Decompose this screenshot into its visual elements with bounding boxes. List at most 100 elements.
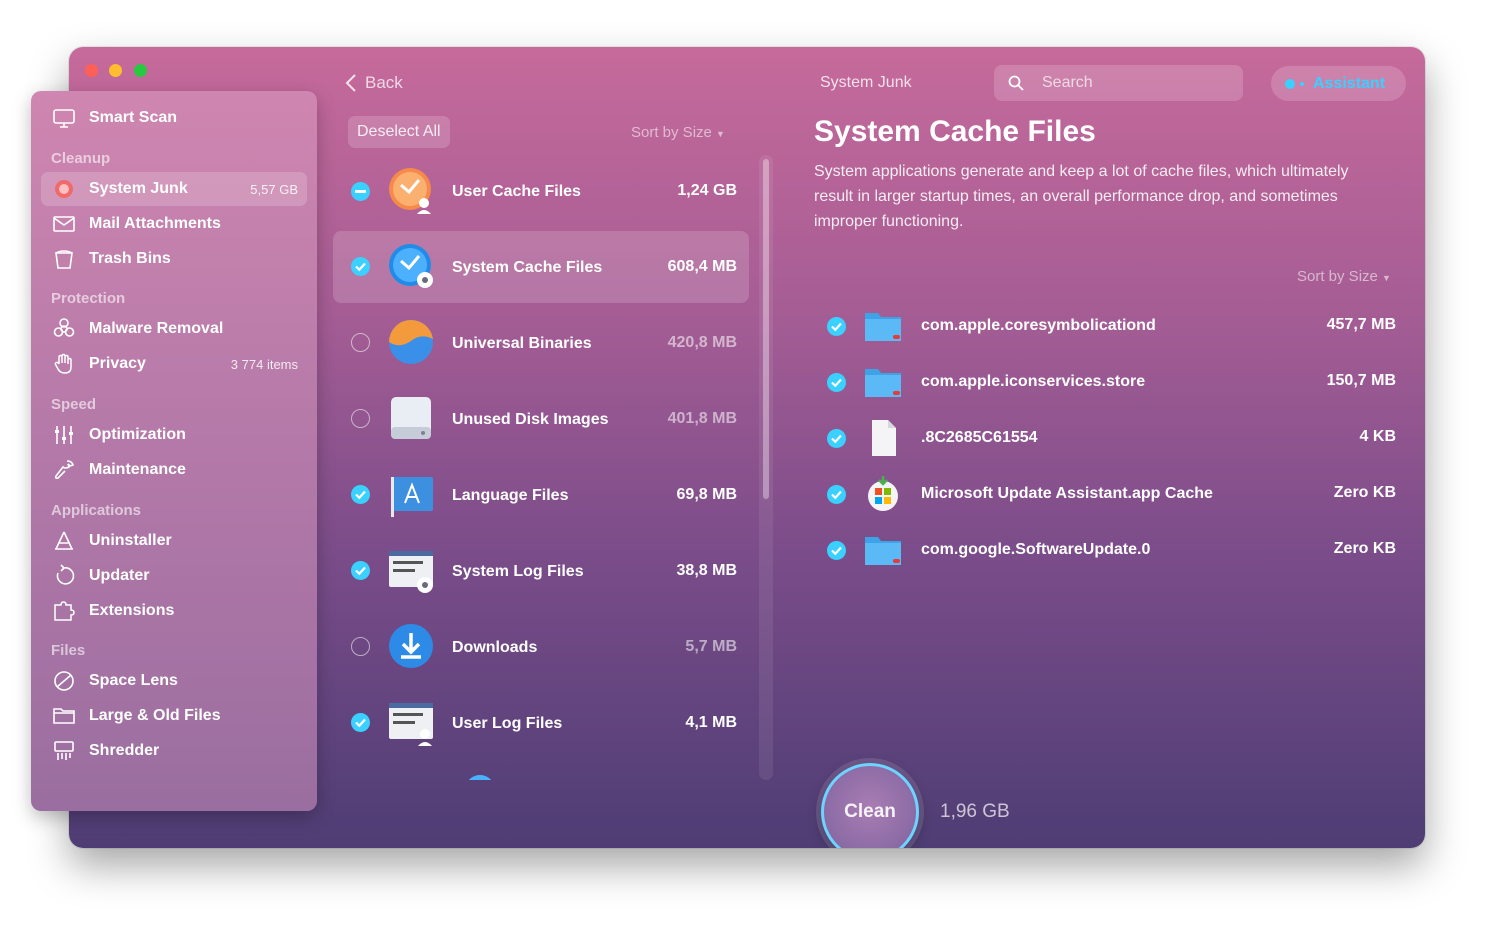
sidebar-item-space-lens[interactable]: Space Lens [41, 664, 307, 698]
universal-binaries-icon [389, 319, 433, 364]
sidebar-item-updater[interactable]: Updater [41, 559, 307, 593]
sidebar-item-malware-removal[interactable]: Malware Removal [41, 312, 307, 346]
sidebar-item-label: Optimization [89, 426, 186, 443]
sidebar-item-optimization[interactable]: Optimization [41, 418, 307, 452]
file-name: com.apple.iconservices.store [921, 373, 1146, 390]
checkbox-checked[interactable] [827, 429, 846, 448]
list-item-system-cache-files[interactable]: System Cache Files 608,4 MB [333, 231, 749, 303]
folder-icon [865, 369, 901, 397]
assistant-button[interactable]: Assistant [1271, 66, 1406, 101]
mail-icon [53, 216, 75, 232]
list-item-unused-disk-images[interactable]: Unused Disk Images 401,8 MB [333, 383, 749, 455]
folder-icon [865, 537, 901, 565]
file-row[interactable]: .8C2685C61554 4 KB [818, 410, 1402, 466]
assistant-small-dot-icon [1300, 81, 1304, 86]
monitor-icon [53, 109, 75, 128]
list-item-user-log-files[interactable]: User Log Files 4,1 MB [333, 687, 749, 759]
checkbox-unchecked[interactable] [351, 409, 370, 428]
file-name: com.google.SoftwareUpdate.0 [921, 541, 1151, 558]
file-name: Microsoft Update Assistant.app Cache [921, 485, 1213, 502]
system-log-icon [389, 551, 433, 593]
search-input[interactable] [1042, 74, 1222, 92]
sidebar-item-privacy[interactable]: Privacy 3 774 items [41, 347, 307, 381]
sidebar-item-uninstaller[interactable]: Uninstaller [41, 524, 307, 558]
list-item-downloads[interactable]: Downloads 5,7 MB [333, 611, 749, 683]
document-icon [872, 420, 896, 456]
detail-sort-label: Sort by Size [1297, 268, 1378, 285]
list-sort-dropdown[interactable]: Sort by Size ▼ [631, 124, 725, 141]
trash-icon [55, 250, 73, 269]
file-row[interactable]: com.google.SoftwareUpdate.0 Zero KB [818, 522, 1402, 578]
sidebar-item-trash-bins[interactable]: Trash Bins [41, 242, 307, 276]
language-files-icon [391, 477, 433, 517]
assistant-dot-icon [1285, 78, 1295, 89]
file-size: 150,7 MB [1326, 372, 1396, 389]
sidebar-section-cleanup: Cleanup [51, 150, 111, 167]
checkbox-checked[interactable] [351, 561, 370, 580]
zoom-window-button[interactable] [134, 64, 147, 77]
close-window-button[interactable] [85, 64, 98, 77]
file-row[interactable]: com.apple.coresymbolicationd 457,7 MB [818, 298, 1402, 354]
checkbox-checked[interactable] [827, 485, 846, 504]
checkbox-unchecked[interactable] [351, 333, 370, 352]
clean-button[interactable]: Clean [821, 763, 919, 848]
sidebar-item-smart-scan[interactable]: Smart Scan [41, 101, 307, 135]
sidebar-item-label: Smart Scan [89, 109, 178, 126]
user-cache-icon [389, 168, 431, 214]
file-row[interactable]: Microsoft Update Assistant.app Cache Zer… [818, 466, 1402, 522]
list-item-label: System Cache Files [452, 259, 603, 276]
detail-sort-dropdown[interactable]: Sort by Size ▼ [1297, 268, 1391, 285]
detail-description: System applications generate and keep a … [814, 163, 1349, 230]
checkbox-checked[interactable] [827, 541, 846, 560]
scrollbar-thumb[interactable] [763, 159, 769, 499]
back-label: Back [365, 73, 403, 92]
back-button[interactable]: Back [345, 73, 403, 93]
folder-icon [865, 313, 901, 341]
hand-icon [54, 353, 72, 374]
list-item-label: User Log Files [452, 715, 563, 732]
checkbox-unchecked[interactable] [351, 637, 370, 656]
uninstaller-icon [55, 531, 73, 550]
sidebar-item-extensions[interactable]: Extensions [41, 594, 307, 628]
downloads-icon [389, 624, 433, 668]
sidebar-item-label: Space Lens [89, 672, 178, 689]
deselect-all-button[interactable]: Deselect All [348, 116, 450, 148]
checkbox-checked[interactable] [827, 373, 846, 392]
list-item-size: 401,8 MB [667, 410, 737, 427]
section-title: System Junk [820, 74, 912, 91]
sidebar-item-shredder[interactable]: Shredder [41, 734, 307, 768]
list-sort-label: Sort by Size [631, 124, 712, 141]
checkbox-mixed[interactable] [351, 182, 370, 201]
search-box[interactable] [994, 65, 1243, 101]
file-row[interactable]: com.apple.iconservices.store 150,7 MB [818, 354, 1402, 410]
list-scrollbar[interactable] [759, 155, 773, 780]
list-item-system-log-files[interactable]: System Log Files 38,8 MB [333, 535, 749, 607]
checkbox-checked[interactable] [827, 317, 846, 336]
sidebar-section-files: Files [51, 642, 86, 659]
checkbox-checked[interactable] [351, 257, 370, 276]
list-item-user-cache-files[interactable]: User Cache Files 1,24 GB [333, 155, 749, 227]
space-lens-icon [54, 671, 74, 691]
sidebar-section-applications: Applications [51, 502, 142, 519]
sidebar-item-large-old-files[interactable]: Large & Old Files [41, 699, 307, 733]
sidebar-item-maintenance[interactable]: Maintenance [41, 453, 307, 487]
sidebar-item-label: Trash Bins [89, 250, 171, 267]
list-item-universal-binaries[interactable]: Universal Binaries 420,8 MB [333, 307, 749, 379]
biohazard-icon [53, 318, 75, 337]
list-item-size: 4,1 MB [685, 714, 737, 731]
sidebar-item-label: Large & Old Files [89, 707, 221, 724]
assistant-label: Assistant [1313, 74, 1386, 92]
sidebar-item-mail-attachments[interactable]: Mail Attachments [41, 207, 307, 241]
checkbox-checked[interactable] [351, 713, 370, 732]
minimize-window-button[interactable] [109, 64, 122, 77]
sidebar-item-label: Extensions [89, 602, 175, 619]
sidebar-item-label: Mail Attachments [89, 215, 221, 232]
disk-image-icon [391, 397, 431, 439]
junk-category-list: User Cache Files 1,24 GB System Cache Fi… [333, 155, 749, 780]
list-item-label: User Cache Files [452, 183, 581, 200]
sidebar-item-system-junk[interactable]: System Junk 5,57 GB [41, 172, 307, 206]
list-item-language-files[interactable]: Language Files 69,8 MB [333, 459, 749, 531]
list-item-label: Downloads [452, 639, 538, 656]
checkbox-checked[interactable] [351, 485, 370, 504]
sidebar-item-label: Malware Removal [89, 320, 224, 337]
